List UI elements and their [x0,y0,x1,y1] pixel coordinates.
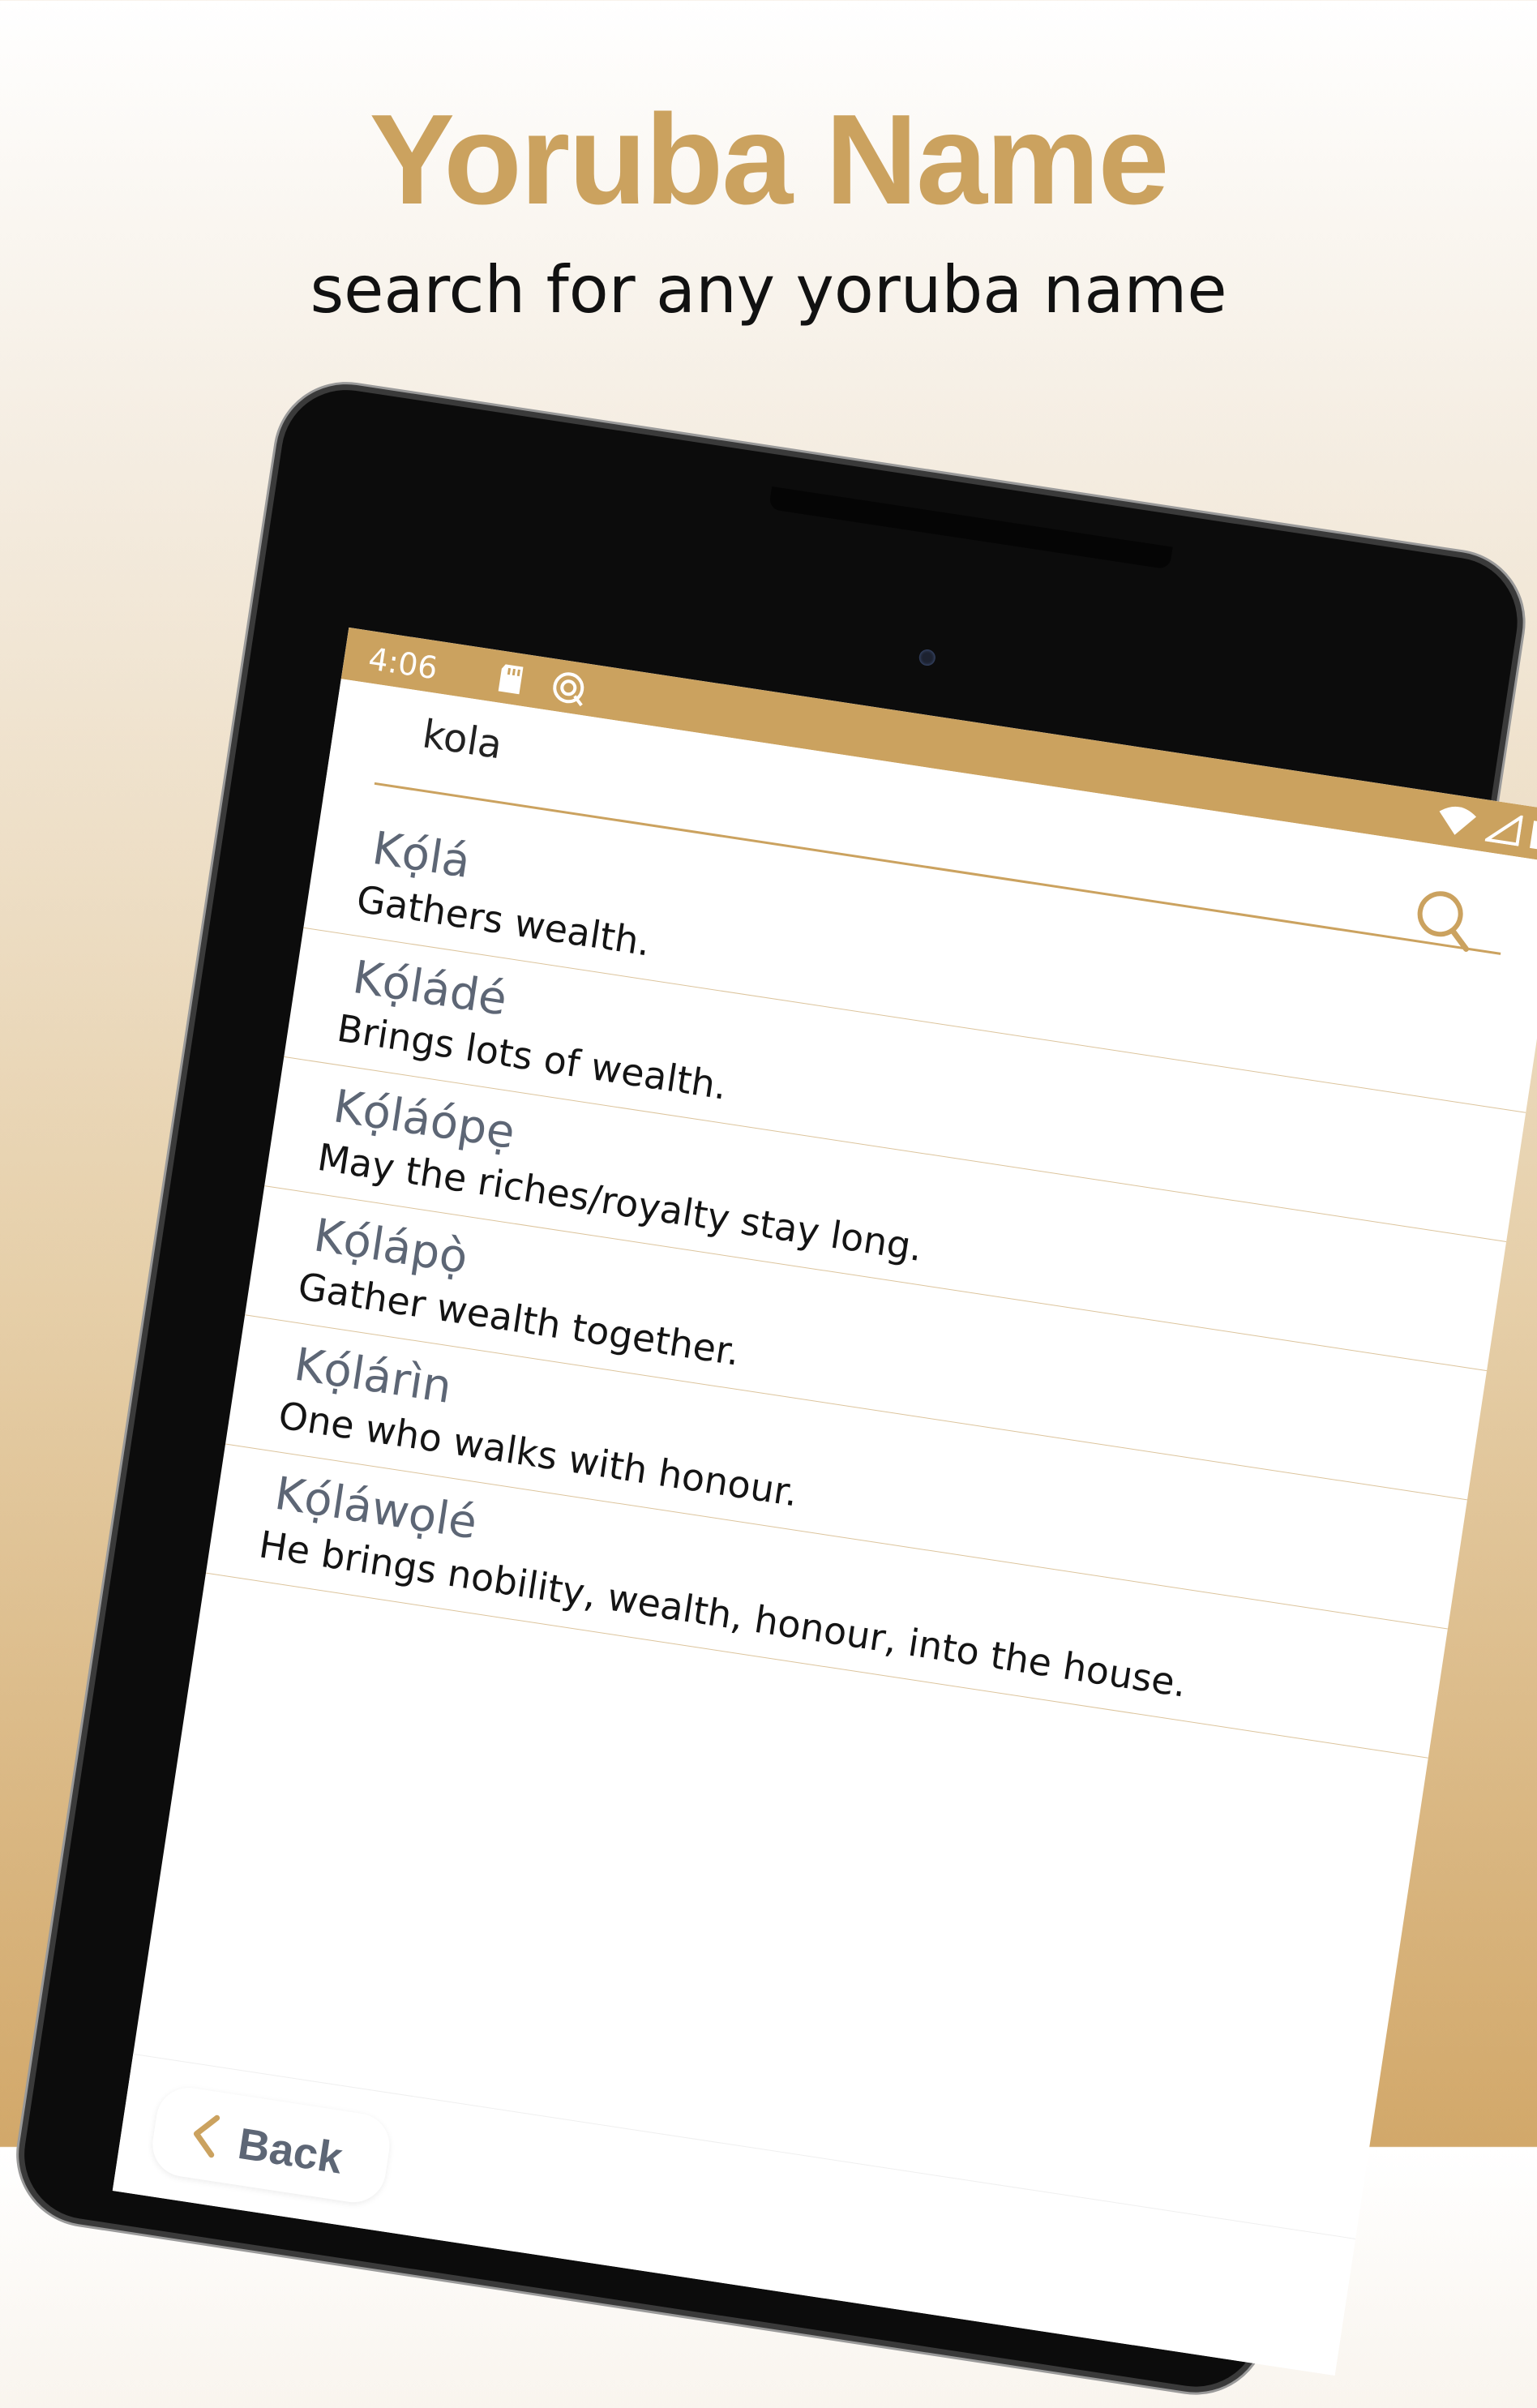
back-button[interactable]: Back [148,2083,394,2207]
battery-icon [1530,821,1537,851]
app-screen: 4:06 kola Kọ́lá Gathers wealth. Kọ́ládé … [112,627,1537,2376]
promo-title: Yoruba Name [369,88,1170,231]
tablet-frame: 4:06 kola Kọ́lá Gathers wealth. Kọ́ládé … [15,381,1537,2396]
bottom-bar: Back [112,2053,1356,2376]
speaker-notch [768,486,1173,570]
chevron-left-icon [193,2114,220,2158]
sync-icon [553,672,584,707]
result-name: Kọ́lá [369,821,474,889]
back-label: Back [234,2119,346,2183]
promo-subtitle: search for any yoruba name [310,252,1227,328]
camera-icon [918,648,937,667]
cell-signal-icon [1484,813,1523,846]
status-icons [1428,801,1537,851]
status-time: 4:06 [366,641,440,687]
wifi-icon [1439,806,1477,835]
sd-card-icon [498,664,524,695]
search-icon[interactable] [1407,883,1481,957]
